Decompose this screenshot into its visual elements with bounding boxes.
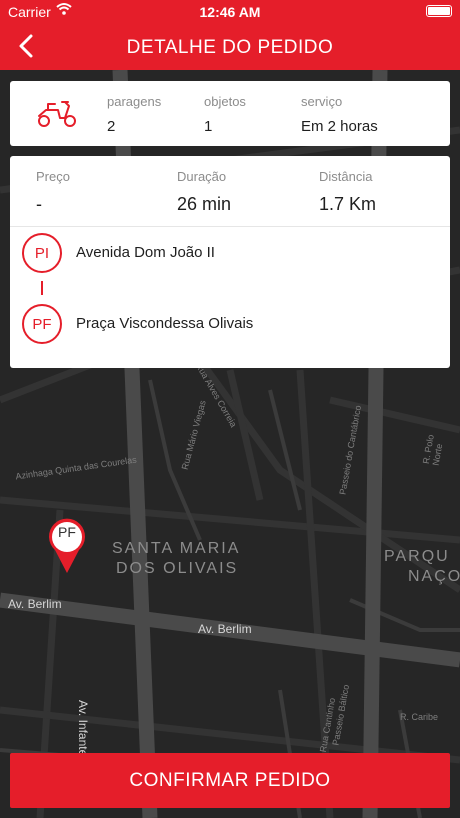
order-summary-card: paragens 2 objetos 1 serviço Em 2 horas (10, 81, 450, 146)
order-details-card: Preço - Duração 26 min Distância 1.7 Km … (10, 156, 450, 368)
duration-label: Duração (177, 169, 227, 184)
area-label: PARQU (384, 548, 450, 565)
start-point-badge: PI (22, 233, 62, 273)
header-bar: Carrier 12:46 AM DETALHE DO PEDIDO (0, 0, 460, 70)
stops-label: paragens (107, 94, 162, 109)
street-label: Av. Berlim (198, 622, 252, 636)
price-label: Preço (36, 169, 70, 184)
end-point-badge: PF (22, 304, 62, 344)
confirm-order-button[interactable]: CONFIRMAR PEDIDO (10, 753, 450, 808)
end-address: Praça Viscondessa Olivais (76, 315, 254, 332)
price-value: - (36, 194, 42, 214)
distance-label: Distância (319, 169, 373, 184)
page-title: DETALHE DO PEDIDO (126, 37, 334, 58)
start-address: Avenida Dom João II (76, 244, 215, 261)
clock: 12:46 AM (199, 4, 261, 20)
battery-icon (426, 5, 452, 17)
status-bar: Carrier 12:46 AM (0, 0, 460, 24)
distance-value: 1.7 Km (319, 194, 377, 214)
scooter-icon (38, 101, 76, 127)
area-label: DOS OLIVAIS (116, 560, 239, 577)
service-value: Em 2 horas (301, 118, 378, 135)
stops-value: 2 (107, 118, 116, 135)
objects-value: 1 (204, 118, 213, 135)
street-label: R. Caribe (400, 712, 439, 722)
street-label: Av. Berlim (8, 597, 62, 611)
pin-label: PF (58, 524, 76, 540)
divider (10, 226, 450, 227)
route-connector (41, 281, 43, 295)
area-label: SANTA MARIA (112, 540, 241, 557)
duration-value: 26 min (177, 194, 232, 214)
area-label: NAÇO (408, 568, 460, 585)
objects-label: objetos (204, 94, 246, 109)
service-label: serviço (301, 94, 343, 109)
